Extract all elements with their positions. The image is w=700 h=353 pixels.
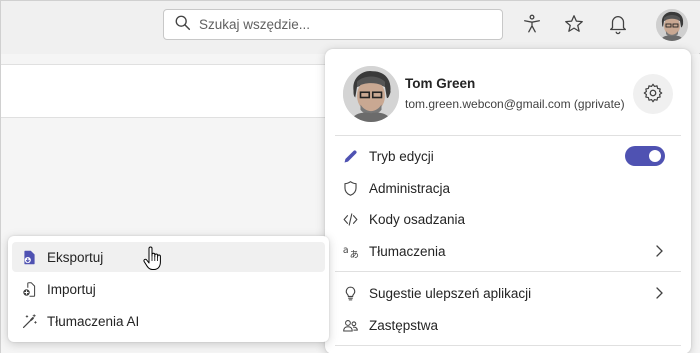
top-bar xyxy=(1,1,700,53)
menu-item-administration[interactable]: Administracja xyxy=(335,173,681,203)
submenu-item-label: Tłumaczenia AI xyxy=(47,313,140,329)
profile-avatar xyxy=(343,66,399,122)
profile-name: Tom Green xyxy=(405,76,476,91)
settings-button[interactable] xyxy=(633,74,673,114)
submenu-item-export[interactable]: Eksportuj xyxy=(12,242,325,272)
avatar[interactable] xyxy=(656,9,688,41)
document-export-icon xyxy=(20,248,38,266)
translate-icon: aあ xyxy=(341,242,359,260)
search-input[interactable] xyxy=(199,17,479,32)
bell-icon[interactable] xyxy=(606,12,630,36)
profile-header: Tom Green tom.green.webcon@gmail.com (gp… xyxy=(325,49,691,135)
menu-item-label: Kody osadzania xyxy=(369,211,466,227)
svg-text:a: a xyxy=(342,245,348,256)
menu-item-substitutions[interactable]: Zastępstwa xyxy=(335,310,681,340)
pencil-icon xyxy=(341,147,359,165)
gear-icon xyxy=(642,82,664,107)
search-box[interactable] xyxy=(163,9,503,40)
menu-item-suggestions[interactable]: Sugestie ulepszeń aplikacji xyxy=(335,278,681,308)
menu-item-embed-codes[interactable]: Kody osadzania xyxy=(335,204,681,234)
edit-mode-toggle[interactable] xyxy=(625,146,665,166)
submenu-item-ai-translations[interactable]: Tłumaczenia AI xyxy=(12,306,325,336)
submenu-item-label: Importuj xyxy=(47,281,96,297)
chevron-right-icon xyxy=(656,287,663,299)
profile-email: tom.green.webcon@gmail.com (gprivate) xyxy=(405,97,625,111)
chevron-right-icon xyxy=(656,245,663,257)
app-window: Tom Green tom.green.webcon@gmail.com (gp… xyxy=(0,0,700,353)
menu-item-label: Tryb edycji xyxy=(369,148,434,164)
menu-item-label: Zastępstwa xyxy=(369,317,439,333)
star-icon[interactable] xyxy=(562,12,586,36)
hand-cursor-icon xyxy=(143,246,161,270)
people-icon xyxy=(341,316,359,334)
content-header-strip xyxy=(1,64,331,118)
submenu-item-label: Eksportuj xyxy=(47,249,104,265)
translations-submenu: Eksportuj Importuj Tłumaczenia AI xyxy=(8,236,329,342)
menu-divider xyxy=(335,135,681,136)
svg-text:あ: あ xyxy=(349,249,358,260)
magic-wand-icon xyxy=(20,312,38,330)
shield-icon xyxy=(341,179,359,197)
code-icon xyxy=(341,210,359,228)
profile-menu-panel: Tom Green tom.green.webcon@gmail.com (gp… xyxy=(325,49,691,353)
document-import-icon xyxy=(20,280,38,298)
menu-item-edit-mode[interactable]: Tryb edycji xyxy=(335,141,681,171)
menu-item-label: Sugestie ulepszeń aplikacji xyxy=(369,285,532,301)
menu-item-translations[interactable]: aあ Tłumaczenia xyxy=(335,236,681,266)
menu-item-label: Tłumaczenia xyxy=(369,243,446,259)
accessibility-icon[interactable] xyxy=(520,12,544,36)
lightbulb-icon xyxy=(341,284,359,302)
menu-item-label: Administracja xyxy=(369,180,451,196)
menu-divider xyxy=(335,345,681,346)
menu-divider xyxy=(335,271,681,272)
search-icon xyxy=(174,14,192,35)
submenu-item-import[interactable]: Importuj xyxy=(12,274,325,304)
